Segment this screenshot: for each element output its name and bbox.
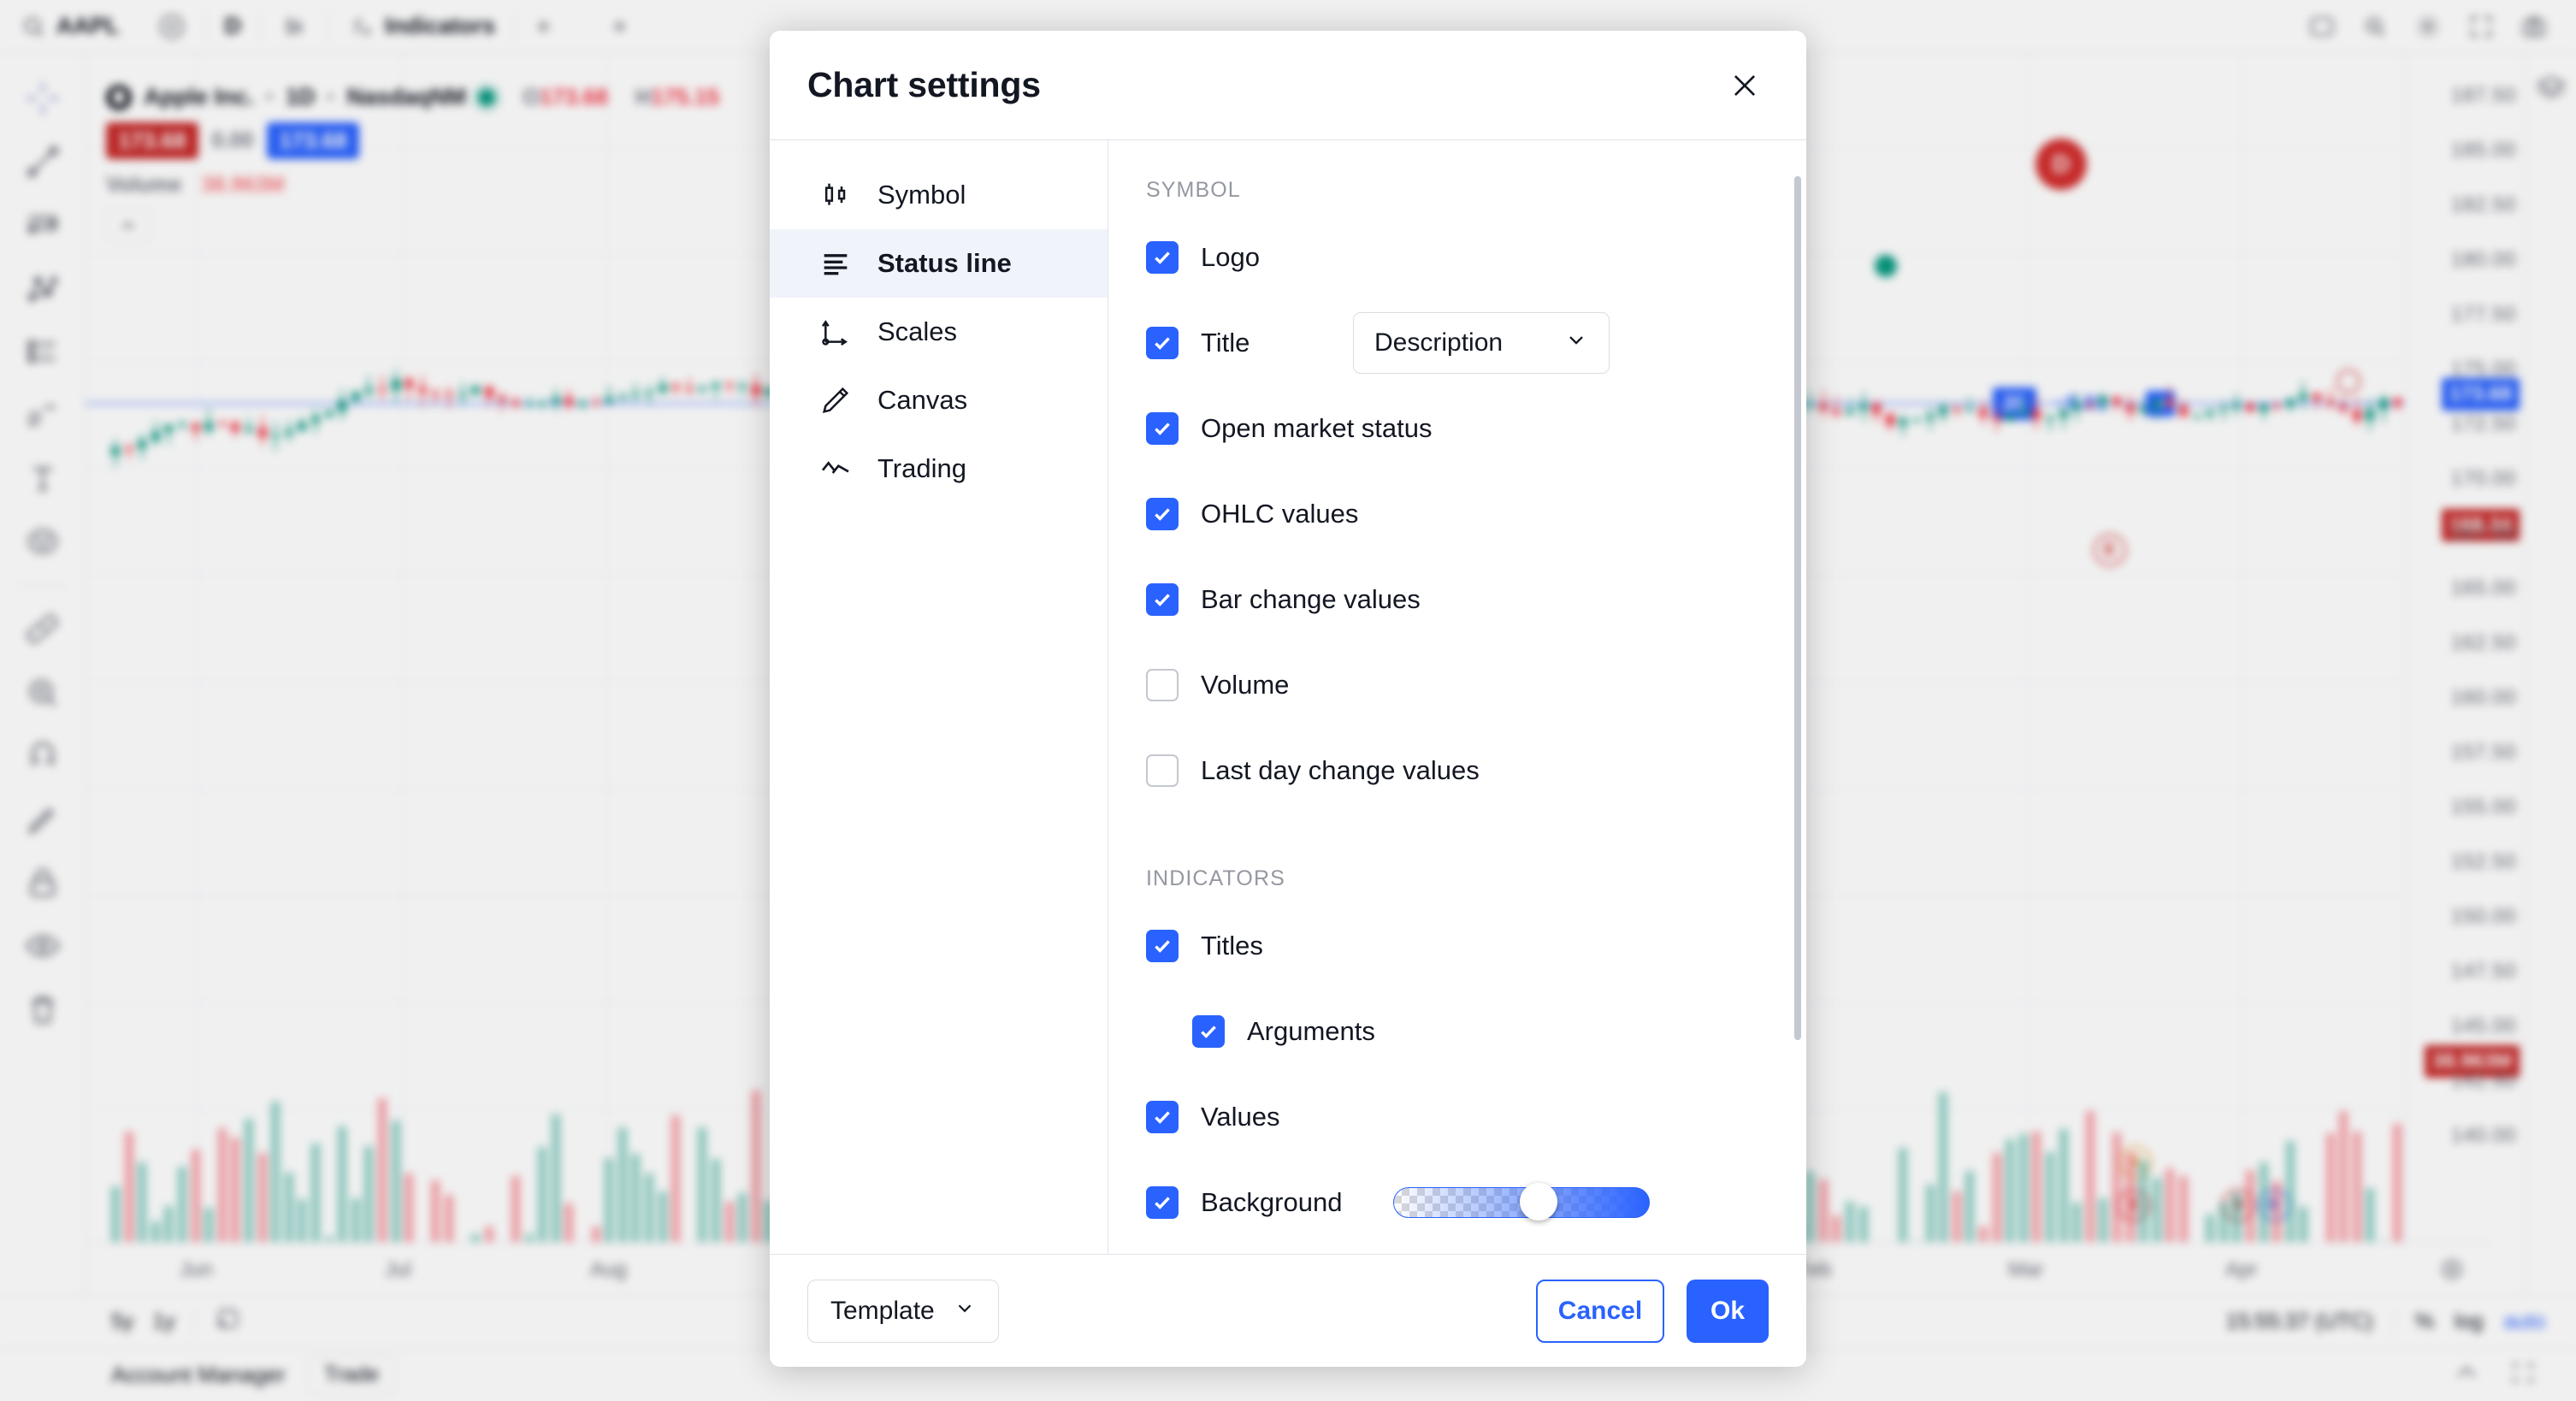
option-logo[interactable]: Logo bbox=[1146, 232, 1806, 283]
background-checkbox[interactable] bbox=[1146, 1186, 1179, 1219]
title-checkbox[interactable] bbox=[1146, 327, 1179, 359]
values-checkbox[interactable] bbox=[1146, 1101, 1179, 1133]
option-label: Last day change values bbox=[1201, 755, 1480, 786]
option-title[interactable]: Title Description bbox=[1146, 317, 1806, 369]
option-label: Logo bbox=[1201, 242, 1260, 273]
trading-icon bbox=[818, 451, 854, 487]
close-icon[interactable] bbox=[1721, 62, 1769, 109]
logo-checkbox[interactable] bbox=[1146, 241, 1179, 274]
sidebar-item-label: Symbol bbox=[877, 180, 966, 210]
title-format-select[interactable]: Description bbox=[1353, 312, 1610, 374]
sidebar-item-label: Status line bbox=[877, 248, 1012, 279]
option-last-day-change-values[interactable]: Last day change values bbox=[1146, 745, 1806, 796]
dialog-footer: Template Cancel Ok bbox=[770, 1254, 1806, 1367]
sidebar-item-label: Canvas bbox=[877, 385, 967, 416]
ok-button[interactable]: Ok bbox=[1687, 1280, 1769, 1343]
option-ohlc-values[interactable]: OHLC values bbox=[1146, 488, 1806, 540]
template-button[interactable]: Template bbox=[807, 1280, 999, 1343]
sidebar-item-canvas[interactable]: Canvas bbox=[770, 366, 1108, 434]
status-line-icon bbox=[818, 245, 854, 281]
bar-change-values-checkbox[interactable] bbox=[1146, 583, 1179, 616]
chevron-down-icon bbox=[954, 1297, 976, 1326]
open-market-status-checkbox[interactable] bbox=[1146, 412, 1179, 445]
cancel-button[interactable]: Cancel bbox=[1536, 1280, 1664, 1343]
chart-settings-dialog: Chart settings Symbol bbox=[770, 31, 1806, 1367]
dialog-content: SYMBOL Logo Title Description bbox=[1108, 140, 1806, 1254]
sidebar-item-trading[interactable]: Trading bbox=[770, 434, 1108, 503]
chevron-down-icon bbox=[1564, 328, 1588, 358]
sidebar-item-scales[interactable]: Scales bbox=[770, 298, 1108, 366]
option-background[interactable]: Background bbox=[1146, 1177, 1806, 1228]
ohlc-values-checkbox[interactable] bbox=[1146, 498, 1179, 530]
last-day-change-values-checkbox[interactable] bbox=[1146, 754, 1179, 787]
dialog-title: Chart settings bbox=[807, 65, 1041, 105]
content-scrollbar[interactable] bbox=[1794, 176, 1801, 1040]
option-label: Values bbox=[1201, 1102, 1280, 1132]
sidebar-item-label: Trading bbox=[877, 453, 966, 484]
option-volume[interactable]: Volume bbox=[1146, 659, 1806, 711]
sidebar-item-status-line[interactable]: Status line bbox=[770, 229, 1108, 298]
option-label: OHLC values bbox=[1201, 499, 1358, 529]
option-label: Open market status bbox=[1201, 413, 1433, 444]
dialog-body: Symbol Status line Scales bbox=[770, 140, 1806, 1254]
template-label: Template bbox=[830, 1297, 935, 1326]
volume-checkbox[interactable] bbox=[1146, 669, 1179, 701]
pencil-icon bbox=[818, 382, 854, 418]
section-title-indicators: INDICATORS bbox=[1146, 866, 1806, 891]
dialog-header: Chart settings bbox=[770, 31, 1806, 140]
option-label: Arguments bbox=[1247, 1016, 1375, 1047]
titles-checkbox[interactable] bbox=[1146, 930, 1179, 962]
option-open-market-status[interactable]: Open market status bbox=[1146, 403, 1806, 454]
option-label: Title bbox=[1201, 328, 1250, 358]
background-opacity-slider[interactable] bbox=[1393, 1187, 1650, 1218]
option-titles[interactable]: Titles bbox=[1146, 920, 1806, 972]
option-label: Background bbox=[1201, 1187, 1342, 1218]
axes-icon bbox=[818, 314, 854, 350]
section-spacer bbox=[1146, 831, 1806, 866]
option-label: Titles bbox=[1201, 931, 1263, 961]
option-bar-change-values[interactable]: Bar change values bbox=[1146, 574, 1806, 625]
dialog-nav: Symbol Status line Scales bbox=[770, 140, 1108, 1254]
option-arguments[interactable]: Arguments bbox=[1146, 1006, 1806, 1057]
arguments-checkbox[interactable] bbox=[1192, 1015, 1225, 1048]
option-label: Bar change values bbox=[1201, 584, 1421, 615]
title-format-value: Description bbox=[1374, 328, 1503, 358]
option-label: Volume bbox=[1201, 670, 1289, 700]
section-title-symbol: SYMBOL bbox=[1146, 178, 1806, 203]
sidebar-item-symbol[interactable]: Symbol bbox=[770, 161, 1108, 229]
candles-icon bbox=[818, 177, 854, 213]
sidebar-item-label: Scales bbox=[877, 316, 957, 347]
option-values[interactable]: Values bbox=[1146, 1091, 1806, 1143]
